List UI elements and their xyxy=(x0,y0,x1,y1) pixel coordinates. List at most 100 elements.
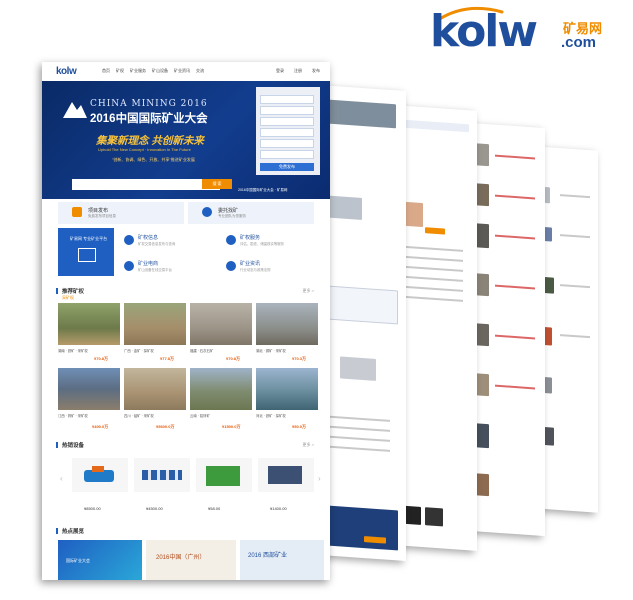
user-icon xyxy=(202,207,212,217)
login-link[interactable]: 登录 xyxy=(276,68,284,74)
mine-caption: 四川 · 锰矿 · 采矿权 xyxy=(124,414,154,418)
equipment-price: ¥8500.00 xyxy=(84,506,101,511)
expo-title: 2016中国（广州） xyxy=(156,555,206,561)
section-title-hot: 热销设备 xyxy=(62,443,85,449)
form-field[interactable] xyxy=(260,95,314,104)
top-nav: kolw 首页 矿权 矿业服务 矿山设备 矿业资讯 交流 登录 注册 发布 xyxy=(42,62,330,82)
equipment-card[interactable] xyxy=(196,458,252,492)
card-subtitle: 免费发布项目信息 xyxy=(88,214,116,218)
section-marker xyxy=(56,442,58,448)
service-desc: 矿山设备在线交易平台 xyxy=(138,268,172,272)
form-field[interactable] xyxy=(260,150,314,159)
search-input[interactable] xyxy=(72,179,220,190)
service-intro-block[interactable]: 矿易网 专业矿业平台 xyxy=(58,228,114,276)
nav-user-links: 登录 注册 发布 xyxy=(276,68,320,74)
service-mining-info[interactable]: 矿权信息 矿权交易信息发布与查询 xyxy=(124,230,222,254)
mine-photo[interactable] xyxy=(124,368,186,410)
mine-price: ¥70.8万 xyxy=(94,356,109,361)
contact-button xyxy=(425,227,445,235)
search-button[interactable]: 搜 索 xyxy=(202,179,232,189)
expo-title: 2016 西部矿业 xyxy=(248,553,288,559)
section-marker xyxy=(56,288,58,294)
qr-code xyxy=(425,507,443,527)
mine-price: ¥70.3万 xyxy=(292,356,307,361)
nav-logo[interactable]: kolw xyxy=(56,66,77,77)
hero-tagline: "创新、协调、绿色、开放、共享"推进矿业发展 xyxy=(112,157,195,162)
mine-caption: 福建 · 石灰石矿 xyxy=(190,349,214,353)
nav-item-equipment[interactable]: 矿山设备 xyxy=(152,68,168,74)
form-field[interactable] xyxy=(260,128,314,137)
expo-banner[interactable]: 2016中国（广州） xyxy=(146,540,236,580)
mine-price: ¥50.0万 xyxy=(292,424,307,429)
nav-item-mining-rights[interactable]: 矿权 xyxy=(116,68,124,74)
mine-caption: 湖南 · 铁矿 · 采矿权 xyxy=(58,349,88,353)
kolw-logo: kolw 矿易网 .com xyxy=(430,4,625,62)
mine-photo[interactable] xyxy=(190,303,252,345)
expo-banner[interactable]: 国际矿业大会 xyxy=(58,540,142,580)
mine-photo[interactable] xyxy=(256,368,318,410)
service-title: 矿业电商 xyxy=(138,261,159,267)
mine-price: ¥77.8万 xyxy=(160,356,175,361)
chevron-right-icon[interactable]: › xyxy=(318,474,321,483)
logo-domain: .com xyxy=(561,34,597,51)
footer-block xyxy=(326,505,398,551)
service-title: 矿权信息 xyxy=(138,235,159,241)
equipment-price: ¥4500.00 xyxy=(146,506,163,511)
logo-word: kolw xyxy=(430,6,538,57)
more-mines-link[interactable]: 更多 > xyxy=(303,288,314,294)
nav-item-services[interactable]: 矿业服务 xyxy=(130,68,146,74)
equipment-card[interactable] xyxy=(72,458,128,492)
section-marker xyxy=(56,528,58,534)
service-news[interactable]: 矿业资讯 行业动态与政策法规 xyxy=(226,256,324,280)
more-equipment-link[interactable]: 更多 > xyxy=(303,442,314,448)
mine-photo[interactable] xyxy=(124,303,186,345)
document-icon xyxy=(72,207,82,217)
nav-item-home[interactable]: 首页 xyxy=(102,68,110,74)
back-page-2 xyxy=(395,105,477,551)
service-intro-text: 矿易网 专业矿业平台 xyxy=(70,236,108,241)
mine-price: ¥5600.0万 xyxy=(156,424,175,429)
mine-photo[interactable] xyxy=(58,368,120,410)
tab-mining-rights[interactable]: 采矿权 xyxy=(62,295,74,301)
mine-caption: 广西 · 金矿 · 探矿权 xyxy=(124,349,154,353)
section-title-mines: 推荐矿权 xyxy=(62,289,85,295)
service-mining-service[interactable]: 矿权服务 评估、勘查、储量核实等服务 xyxy=(226,230,324,254)
mine-photo[interactable] xyxy=(190,368,252,410)
hero-chinese-title: 2016中国国际矿业大会 xyxy=(90,113,208,125)
expo-banner[interactable]: 2016 西部矿业 xyxy=(240,540,324,580)
nav-item-news[interactable]: 矿业资讯 xyxy=(174,68,190,74)
card-subtitle: 专业团队为您服务 xyxy=(218,214,246,218)
form-field[interactable] xyxy=(260,106,314,115)
laptop-icon xyxy=(78,248,96,262)
nav-item-community[interactable]: 交流 xyxy=(196,68,204,74)
nav-menu: 首页 矿权 矿业服务 矿山设备 矿业资讯 交流 xyxy=(102,68,204,74)
form-field[interactable] xyxy=(260,139,314,148)
mine-photo[interactable] xyxy=(58,303,120,345)
chevron-left-icon[interactable]: ‹ xyxy=(60,474,63,483)
form-field[interactable] xyxy=(260,117,314,126)
back-page-1 xyxy=(320,84,406,562)
detail-image xyxy=(326,99,396,129)
equipment-card[interactable] xyxy=(134,458,190,492)
register-link[interactable]: 注册 xyxy=(294,68,302,74)
publish-link[interactable]: 发布 xyxy=(312,68,320,74)
header-strip xyxy=(403,119,469,133)
project-publish-card[interactable]: 项目发布 免费发布项目信息 xyxy=(58,202,184,224)
mine-price: ¥1500.0万 xyxy=(222,424,241,429)
mine-photo[interactable] xyxy=(256,303,318,345)
service-desc: 评估、勘查、储量核实等服务 xyxy=(240,242,285,246)
section-title-expo: 热点展览 xyxy=(62,529,85,535)
mine-caption: 江西 · 钨矿 · 采矿权 xyxy=(58,414,88,418)
cart-icon xyxy=(124,261,134,271)
entrust-card[interactable]: 委托找矿 专业团队为您服务 xyxy=(188,202,314,224)
service-desc: 行业动态与政策法规 xyxy=(240,268,271,272)
equipment-image xyxy=(268,466,302,484)
equipment-image xyxy=(92,466,104,472)
service-ecommerce[interactable]: 矿业电商 矿山设备在线交易平台 xyxy=(124,256,222,280)
equipment-price: ¥1400.00 xyxy=(270,506,287,511)
mine-price: ¥400.0万 xyxy=(92,424,109,429)
news-icon xyxy=(226,261,236,271)
mine-price: ¥70.8万 xyxy=(226,356,241,361)
equipment-card[interactable] xyxy=(258,458,314,492)
publish-button[interactable]: 免费发布 xyxy=(260,163,314,171)
